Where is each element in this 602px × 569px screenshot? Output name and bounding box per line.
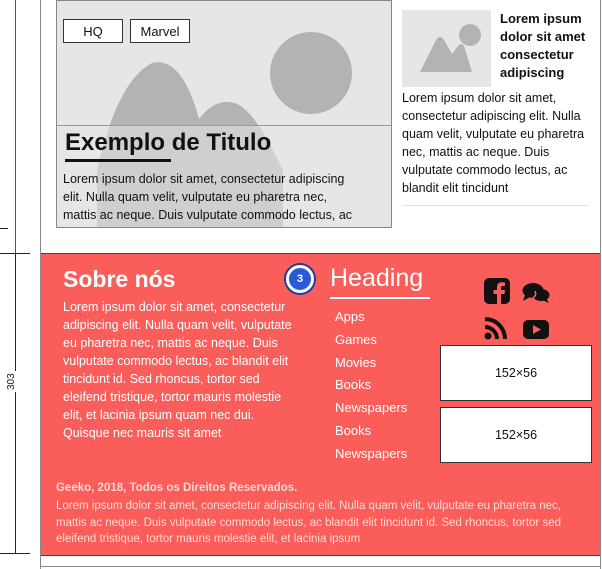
excerpt-line: mattis ac neque. Duis vulputate commodo … (63, 208, 353, 222)
footer-link-books-2[interactable]: Books (335, 420, 407, 443)
ruler-label: 303 (6, 371, 17, 392)
about-title: Sobre nós (63, 266, 176, 292)
article-text: Lorem ipsum dolor sit amet, consectetur … (402, 91, 585, 195)
ad-placeholder[interactable]: 152×56 (440, 345, 592, 401)
image-placeholder-icon (420, 24, 481, 72)
divider (402, 205, 588, 206)
card-caption: Exemplo de Titulo Lorem ipsum dolor sit … (57, 125, 391, 227)
annotation-badge[interactable]: 3 (286, 265, 314, 293)
ad-placeholder[interactable]: 152×56 (440, 407, 592, 463)
title-underline (65, 159, 171, 162)
tag-marvel[interactable]: Marvel (130, 19, 190, 43)
footer-link-newspapers[interactable]: Newspapers (335, 397, 407, 420)
facebook-icon[interactable] (484, 278, 510, 304)
links-heading: Heading (330, 264, 424, 292)
footer-link-books[interactable]: Books (335, 374, 407, 397)
chat-bubbles-icon[interactable] (522, 282, 550, 304)
footer-link-games[interactable]: Games (335, 329, 407, 352)
article-title[interactable]: Lorem ipsum dolor sit amet consectetur a… (500, 10, 600, 82)
legal-text: Lorem ipsum dolor sit amet, consectetur … (56, 500, 561, 545)
footer-link-movies[interactable]: Movies (335, 352, 407, 375)
about-text: Lorem ipsum dolor sit amet, consectetur … (63, 300, 292, 440)
page-frame-right (600, 0, 601, 569)
copyright: Geeko, 2018, Todos os Direitos Reservado… (56, 482, 298, 494)
footer-link-newspapers-2[interactable]: Newspapers (335, 443, 407, 466)
rss-icon[interactable] (484, 316, 508, 340)
footer-links: Apps Games Movies Books Newspapers Books… (335, 306, 407, 466)
divider (41, 566, 600, 567)
excerpt-line: Lorem ipsum dolor sit amet, consectetur … (63, 172, 345, 186)
featured-card[interactable]: HQ Marvel Exemplo de Titulo Lorem ipsum … (56, 0, 392, 228)
card-excerpt: Lorem ipsum dolor sit amet, consectetur … (63, 170, 385, 224)
footer: Sobre nós Lorem ipsum dolor sit amet, co… (41, 253, 600, 556)
youtube-icon[interactable] (523, 320, 549, 339)
heading-underline (330, 297, 430, 299)
article-thumbnail[interactable] (402, 10, 491, 87)
tag-hq[interactable]: HQ (63, 19, 123, 43)
excerpt-line: elit. Nulla quam velit, vulputate eu pha… (63, 190, 328, 204)
card-title[interactable]: Exemplo de Titulo (65, 129, 271, 157)
footer-link-apps[interactable]: Apps (335, 306, 407, 329)
